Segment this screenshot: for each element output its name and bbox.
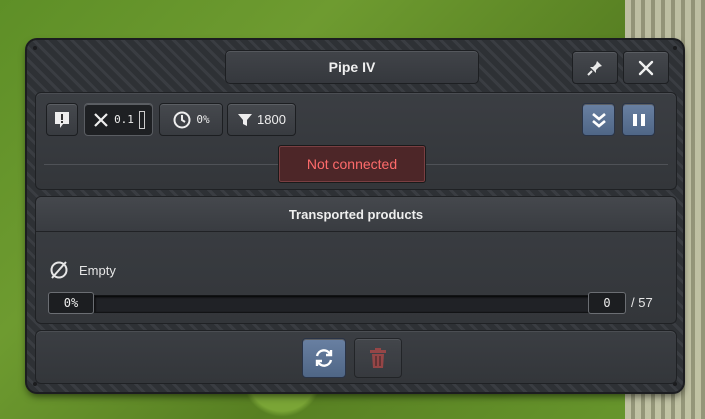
empty-icon <box>50 261 68 279</box>
refresh-button[interactable] <box>302 338 346 378</box>
clock-icon <box>173 111 191 128</box>
pin-icon <box>587 60 602 76</box>
info-button[interactable] <box>46 103 78 136</box>
products-heading: Transported products <box>36 197 676 232</box>
filter-icon <box>238 113 253 126</box>
close-button[interactable] <box>623 51 669 84</box>
double-chevron-down-icon <box>591 112 606 128</box>
fill-percent: 0% <box>48 292 94 314</box>
refresh-icon <box>315 349 333 367</box>
info-section: 0.1 0% 1800 Not connected <box>35 92 677 190</box>
pause-button[interactable] <box>622 103 655 136</box>
products-section: Transported products Empty 0% 0 / 57 <box>35 196 677 324</box>
tools-value: 0.1 <box>114 113 134 126</box>
rivet <box>673 46 677 50</box>
pipe-window: Pipe IV 0.1 0% 1800 Not connected Transp… <box>27 40 683 392</box>
tools-indicator[interactable]: 0.1 <box>84 103 153 136</box>
pin-button[interactable] <box>572 51 618 84</box>
filter-indicator[interactable]: 1800 <box>227 103 296 136</box>
capacity-label: / 57 <box>631 295 653 310</box>
filter-value: 1800 <box>257 112 286 127</box>
actions-section <box>35 330 677 384</box>
connection-status: Not connected <box>278 145 426 183</box>
speed-value: 0% <box>196 113 210 126</box>
close-icon <box>638 60 654 75</box>
rivet <box>33 46 37 50</box>
pause-icon <box>632 113 645 126</box>
current-amount: 0 <box>588 292 626 314</box>
tools-icon <box>94 112 108 127</box>
tools-bar-icon <box>138 110 145 129</box>
window-title: Pipe IV <box>225 50 479 84</box>
speed-indicator[interactable]: 0% <box>159 103 223 136</box>
delete-button[interactable] <box>354 338 402 378</box>
empty-label: Empty <box>79 263 116 278</box>
info-icon <box>55 111 69 128</box>
collapse-button[interactable] <box>582 103 615 136</box>
trash-icon <box>370 348 386 368</box>
fill-progress-bar <box>94 295 598 313</box>
